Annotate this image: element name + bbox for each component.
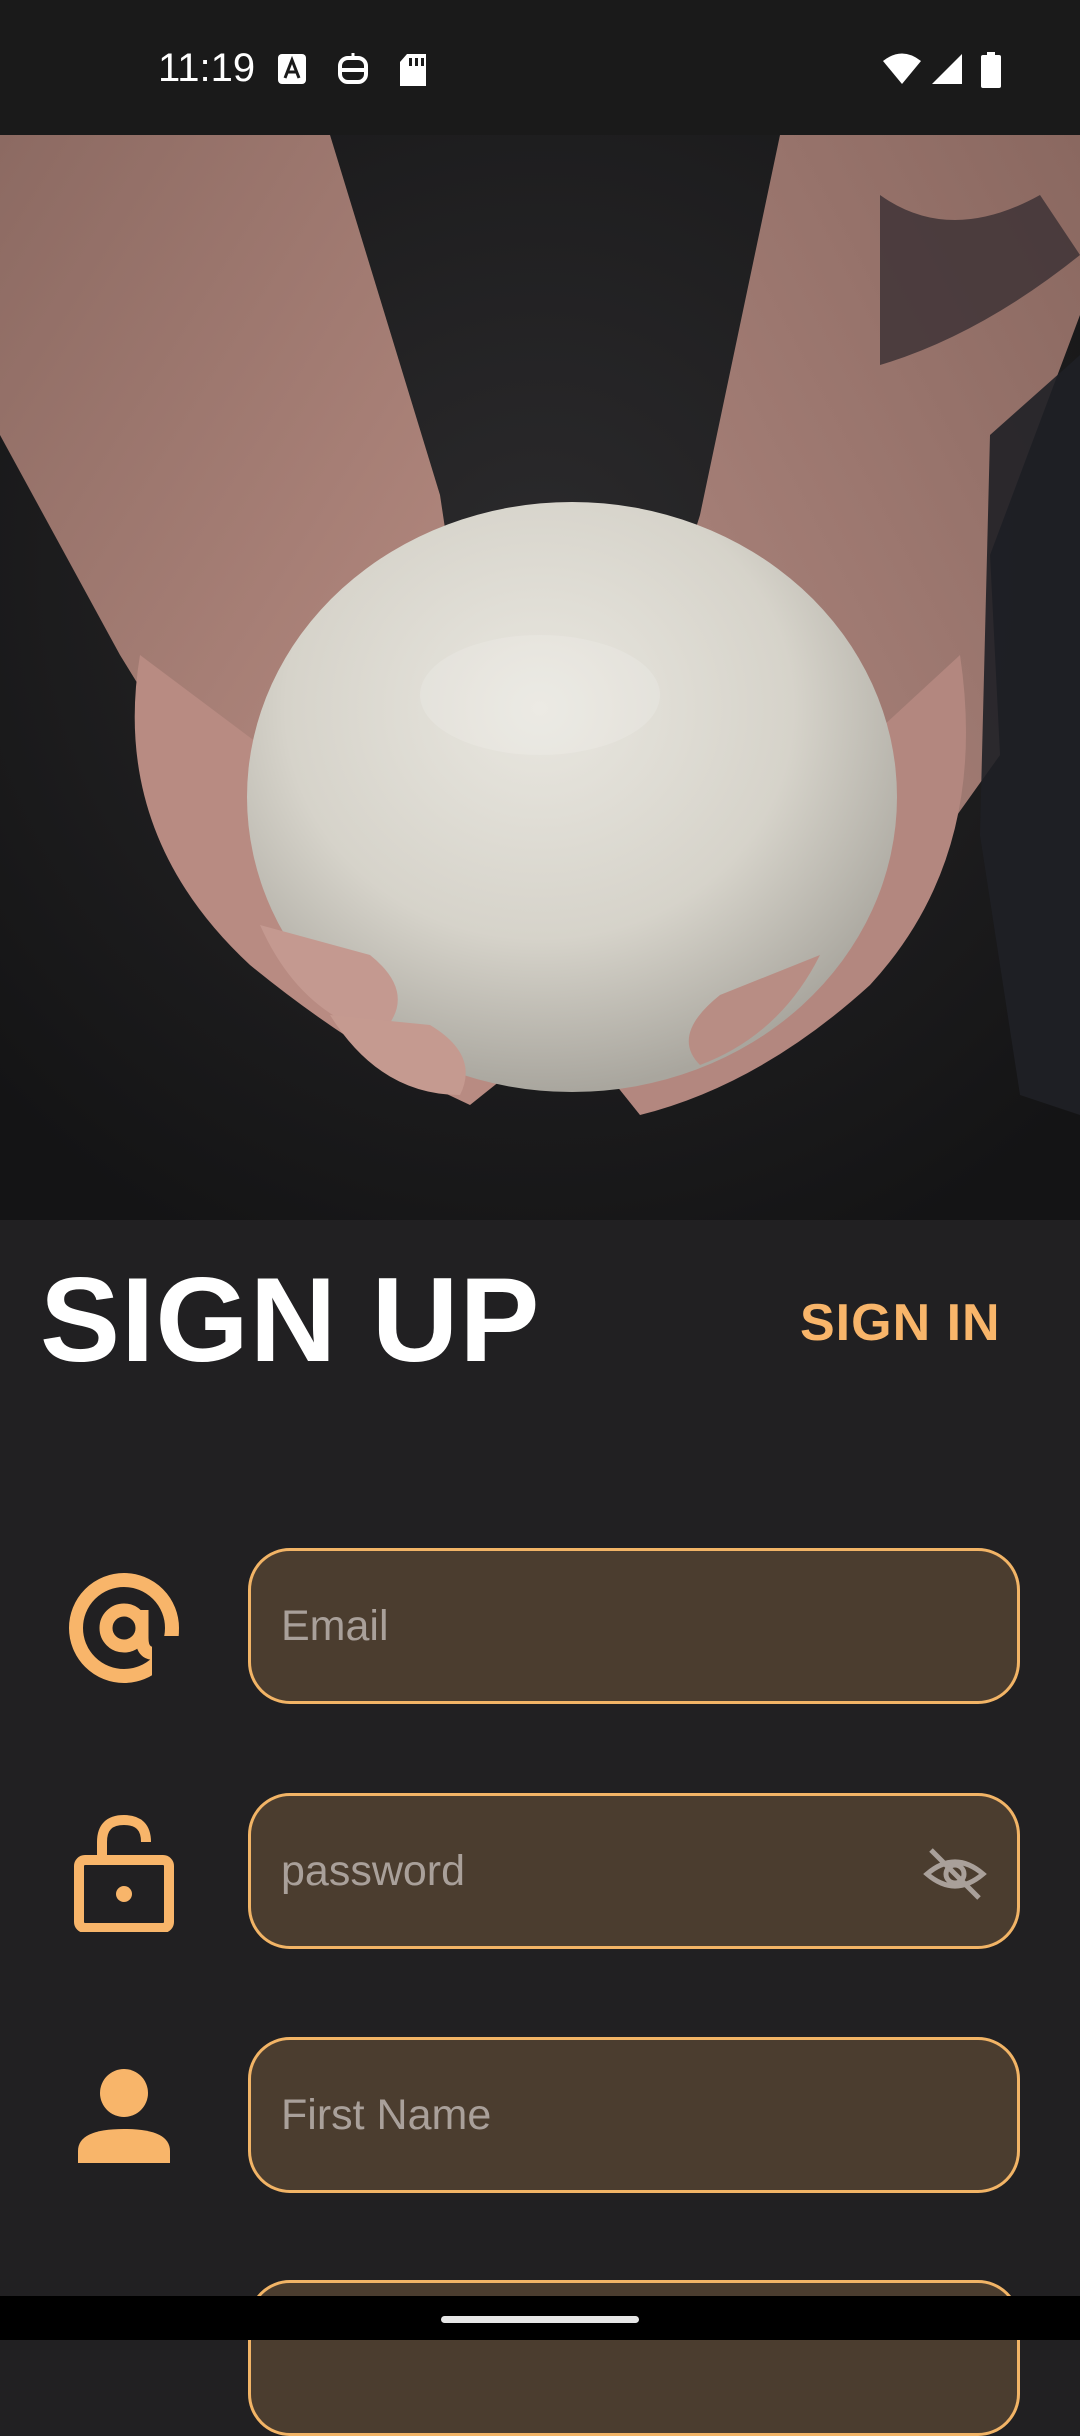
hero-image bbox=[0, 135, 1080, 1220]
password-field[interactable] bbox=[248, 1793, 1020, 1949]
font-a-icon bbox=[278, 54, 306, 84]
sign-in-link[interactable]: SIGN IN bbox=[800, 1293, 1001, 1353]
first-name-input[interactable] bbox=[281, 2040, 921, 2190]
status-bar: 11:19 bbox=[0, 0, 1080, 135]
sd-card-icon bbox=[400, 54, 426, 86]
person-icon bbox=[78, 2069, 170, 2163]
lock-icon bbox=[74, 1814, 174, 1932]
page-title: SIGN UP bbox=[40, 1253, 541, 1387]
status-time: 11:19 bbox=[158, 46, 256, 90]
robot-icon bbox=[338, 53, 368, 84]
wifi-icon bbox=[883, 53, 921, 84]
password-input[interactable] bbox=[281, 1796, 921, 1946]
eye-off-icon[interactable] bbox=[923, 1842, 987, 1906]
first-name-field[interactable] bbox=[248, 2037, 1020, 2193]
battery-icon bbox=[981, 52, 1001, 88]
signal-icon bbox=[932, 54, 962, 84]
at-icon bbox=[69, 1573, 182, 1683]
home-gesture-handle[interactable] bbox=[441, 2316, 639, 2323]
email-field[interactable] bbox=[248, 1548, 1020, 1704]
email-input[interactable] bbox=[281, 1551, 921, 1701]
